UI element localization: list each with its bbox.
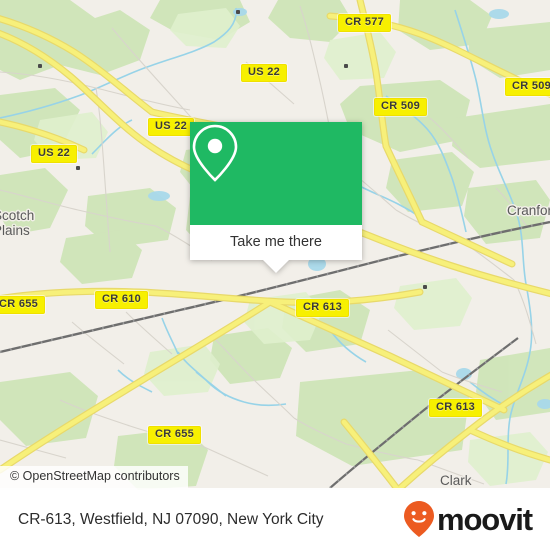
place-label-scotch-plains: Scotch Plains	[0, 208, 34, 238]
moovit-wordmark: moovit	[436, 501, 533, 537]
popup-action[interactable]: Take me there	[190, 225, 362, 260]
map-attribution[interactable]: © OpenStreetMap contributors	[0, 466, 188, 488]
moovit-brand[interactable]: moovit	[403, 500, 533, 538]
location-popup[interactable]: Take me there	[190, 122, 362, 273]
road-shield[interactable]: CR 613	[429, 399, 483, 417]
moovit-pin-icon	[403, 501, 434, 537]
road-shield[interactable]: US 22	[241, 64, 288, 82]
road-shield[interactable]: CR 655	[0, 296, 46, 314]
road-shield[interactable]: US 22	[31, 145, 78, 163]
map-screenshot: CR 577 US 22 CR 509 CR 509 US 22 US 22 C…	[0, 0, 550, 550]
place-label-line: Plains	[0, 223, 30, 238]
road-shield[interactable]: CR 610	[95, 291, 149, 309]
location-address-text: CR-613, Westfield, NJ 07090, New York Ci…	[18, 510, 324, 528]
road-shield[interactable]: CR 577	[338, 14, 392, 32]
road-shield[interactable]: CR 613	[296, 299, 350, 317]
place-label-line: Scotch	[0, 208, 35, 223]
road-shield[interactable]: CR 655	[148, 426, 202, 444]
map-pin-icon	[192, 124, 238, 182]
popup-header	[190, 122, 362, 225]
place-label-cranford: Cranford	[507, 203, 550, 218]
road-shield[interactable]: CR 509	[505, 78, 550, 96]
map-canvas[interactable]: CR 577 US 22 CR 509 CR 509 US 22 US 22 C…	[0, 0, 550, 490]
road-shield[interactable]: CR 509	[374, 98, 428, 116]
popup-tail	[263, 260, 289, 273]
place-label-clark: Clark	[440, 473, 472, 488]
footer-bar: CR-613, Westfield, NJ 07090, New York Ci…	[0, 488, 550, 550]
road-shield[interactable]: US 22	[148, 118, 195, 136]
popup-action-label: Take me there	[230, 234, 322, 251]
